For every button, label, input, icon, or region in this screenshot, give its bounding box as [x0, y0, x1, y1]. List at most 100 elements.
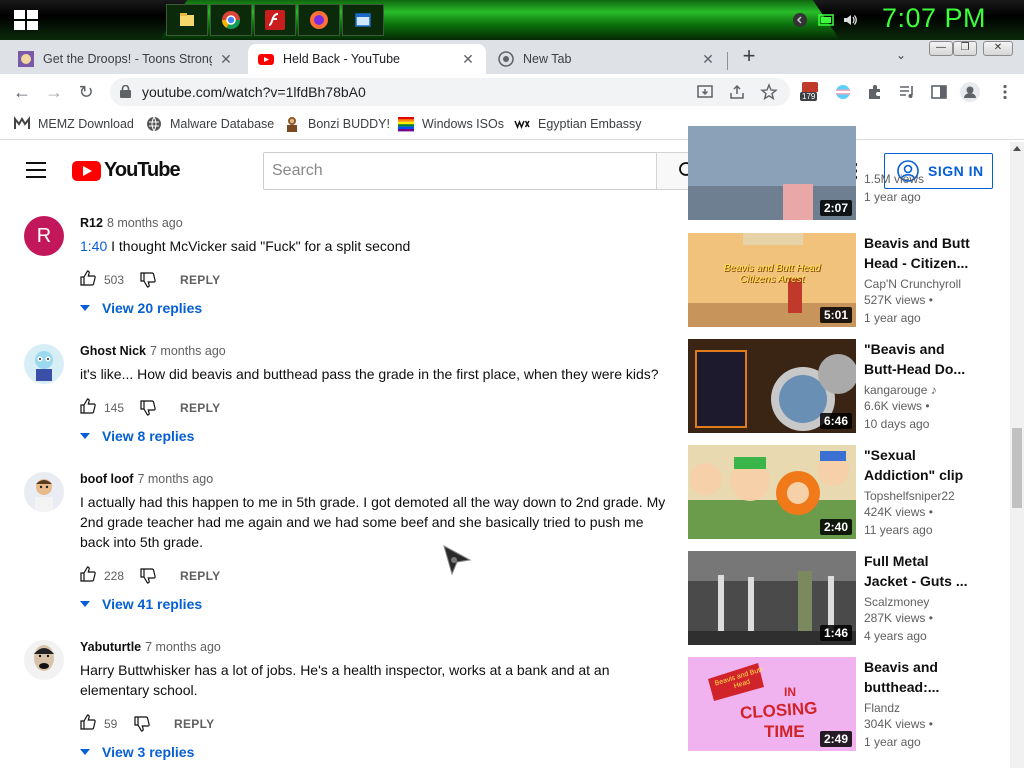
video-thumbnail[interactable]: 2:40: [688, 445, 856, 539]
recommended-video[interactable]: 2:07 1.5M views 1 year ago: [688, 126, 988, 220]
video-thumbnail[interactable]: 1:46: [688, 551, 856, 645]
video-thumbnail[interactable]: Beavis and Butt Head Citizens Arrest 5:0…: [688, 233, 856, 327]
share-icon[interactable]: [728, 83, 746, 101]
url-text[interactable]: youtube.com/watch?v=1lfdBh78bA0: [142, 84, 366, 100]
taskbar-clock[interactable]: 7:07 PM: [882, 3, 986, 34]
menu-icon[interactable]: [26, 162, 46, 178]
reply-button[interactable]: REPLY: [180, 569, 220, 583]
youtube-logo[interactable]: YouTube: [72, 159, 181, 182]
tab-close-icon[interactable]: ✕: [700, 51, 716, 68]
comment-time[interactable]: 7 months ago: [145, 640, 221, 654]
channel-name[interactable]: kangarouge ♪: [864, 383, 974, 397]
windows-start-icon[interactable]: [14, 10, 38, 30]
comment-time[interactable]: 8 months ago: [107, 216, 183, 230]
like-icon[interactable]: [80, 270, 96, 286]
video-title[interactable]: [864, 126, 974, 166]
channel-name[interactable]: Scalzmoney: [864, 595, 974, 609]
chevron-icon[interactable]: [792, 12, 808, 28]
dislike-icon[interactable]: [134, 716, 150, 732]
video-thumbnail[interactable]: 6:46: [688, 339, 856, 433]
comment-timestamp-link[interactable]: 1:40: [80, 238, 107, 254]
channel-name[interactable]: Cap'N Crunchyroll: [864, 277, 974, 291]
avatar[interactable]: R: [24, 216, 64, 256]
dislike-icon[interactable]: [140, 400, 156, 416]
recommended-video[interactable]: Beavis and Butt Head Citizens Arrest 5:0…: [688, 233, 988, 327]
tab-new-tab[interactable]: New Tab ✕: [488, 44, 726, 74]
scroll-up-icon[interactable]: [1013, 146, 1021, 151]
tab-close-icon[interactable]: ✕: [460, 51, 476, 68]
bookmark-windows-isos[interactable]: Windows ISOs: [398, 116, 504, 132]
search-input[interactable]: Search: [263, 152, 657, 190]
scrollbar-thumb[interactable]: [1012, 428, 1022, 508]
reply-button[interactable]: REPLY: [180, 273, 220, 287]
view-replies-button[interactable]: View 8 replies: [80, 424, 670, 452]
file-explorer-icon[interactable]: [166, 4, 208, 36]
video-thumbnail[interactable]: 2:07: [688, 126, 856, 220]
dislike-icon[interactable]: [140, 568, 156, 584]
close-window-button[interactable]: ✕: [983, 41, 1013, 56]
avatar[interactable]: [24, 344, 64, 384]
minimize-button[interactable]: —: [929, 41, 953, 56]
back-button[interactable]: ←: [12, 82, 32, 102]
forward-button[interactable]: →: [44, 82, 64, 102]
bookmark-malware-database[interactable]: Malware Database: [146, 116, 274, 132]
maximize-button[interactable]: ❐: [953, 41, 977, 56]
chrome-menu-icon[interactable]: [996, 83, 1014, 101]
tab-droops[interactable]: Get the Droops! - Toons Strong B ✕: [8, 44, 244, 74]
window-icon[interactable]: [342, 4, 384, 36]
dislike-icon[interactable]: [140, 272, 156, 288]
reload-button[interactable]: ↻: [76, 82, 96, 102]
tab-search-chevron-icon[interactable]: ⌄: [896, 48, 906, 62]
extension-calendar-icon[interactable]: 179: [800, 82, 820, 104]
new-tab-button[interactable]: +: [738, 45, 760, 68]
reply-button[interactable]: REPLY: [180, 401, 220, 415]
comment-author[interactable]: R12: [80, 216, 103, 230]
tab-held-back[interactable]: Held Back - YouTube ✕: [248, 44, 486, 74]
flash-icon[interactable]: [254, 4, 296, 36]
like-icon[interactable]: [80, 566, 96, 582]
recommended-video[interactable]: 6:46 "Beavis and Butt-Head Do... kangaro…: [688, 339, 988, 433]
recommended-video[interactable]: 1:46 Full Metal Jacket - Guts ... Scalzm…: [688, 551, 988, 645]
video-title[interactable]: "Beavis and Butt-Head Do...: [864, 339, 974, 379]
like-icon[interactable]: [80, 398, 96, 414]
flag-extension-icon[interactable]: [834, 83, 852, 101]
install-app-icon[interactable]: [696, 83, 714, 101]
bookmark-star-icon[interactable]: [760, 83, 778, 101]
comment-author[interactable]: boof loof: [80, 472, 133, 486]
profile-avatar-icon[interactable]: [960, 82, 980, 102]
view-replies-button[interactable]: View 20 replies: [80, 296, 670, 324]
view-replies-button[interactable]: View 3 replies: [80, 740, 670, 768]
reply-button[interactable]: REPLY: [174, 717, 214, 731]
comment-time[interactable]: 7 months ago: [150, 344, 226, 358]
video-title[interactable]: Full Metal Jacket - Guts ...: [864, 551, 974, 591]
video-title[interactable]: Beavis and Butt Head - Citizen...: [864, 233, 974, 273]
address-bar[interactable]: youtube.com/watch?v=1lfdBh78bA0: [110, 78, 790, 106]
firefox-icon[interactable]: [298, 4, 340, 36]
page-scrollbar[interactable]: [1010, 142, 1024, 768]
view-replies-button[interactable]: View 41 replies: [80, 592, 670, 620]
bookmark-memz[interactable]: MEMZ Download: [14, 116, 134, 132]
extensions-puzzle-icon[interactable]: [866, 83, 884, 101]
bookmark-egyptian-embassy[interactable]: Egyptian Embassy: [514, 116, 642, 132]
channel-name[interactable]: Topshelfsniper22: [864, 489, 974, 503]
chrome-icon[interactable]: [210, 4, 252, 36]
recommended-video[interactable]: 2:40 "Sexual Addiction" clip Topshelfsni…: [688, 445, 988, 539]
lock-icon[interactable]: [120, 85, 131, 98]
bookmark-bonzi-buddy[interactable]: Bonzi BUDDY!: [284, 116, 390, 132]
comment-author[interactable]: Yabuturtle: [80, 640, 141, 654]
tab-close-icon[interactable]: ✕: [218, 51, 234, 68]
video-thumbnail[interactable]: Beavis and Butt-Head IN CLOSING TIME 2:4…: [688, 657, 856, 751]
like-icon[interactable]: [80, 714, 96, 730]
side-panel-icon[interactable]: [930, 83, 948, 101]
media-control-icon[interactable]: [898, 83, 916, 101]
avatar[interactable]: [24, 640, 64, 680]
comment-time[interactable]: 7 months ago: [137, 472, 213, 486]
avatar[interactable]: [24, 472, 64, 512]
volume-icon[interactable]: [842, 12, 858, 28]
comment-author[interactable]: Ghost Nick: [80, 344, 146, 358]
recommended-video[interactable]: Beavis and Butt-Head IN CLOSING TIME 2:4…: [688, 657, 988, 751]
video-title[interactable]: Beavis and butthead:...: [864, 657, 974, 697]
video-title[interactable]: "Sexual Addiction" clip: [864, 445, 974, 485]
channel-name[interactable]: Flandz: [864, 701, 974, 715]
network-icon[interactable]: [818, 12, 834, 28]
